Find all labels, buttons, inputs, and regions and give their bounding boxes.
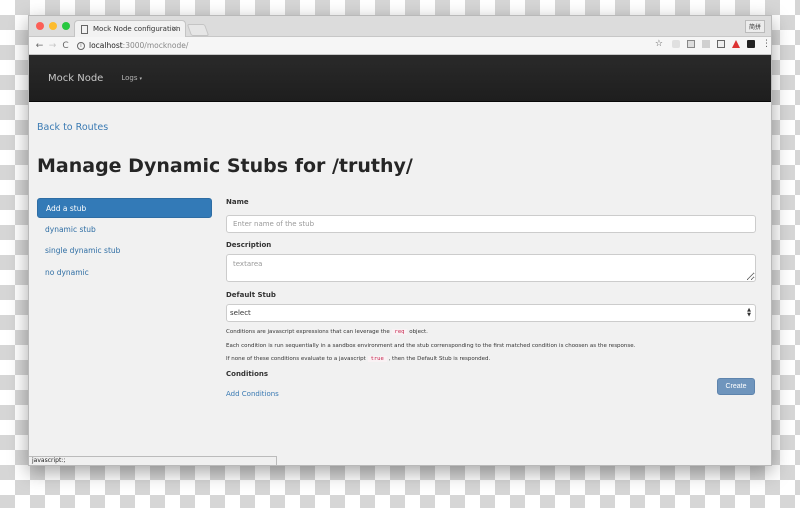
help-text-default: If none of these conditions evaluate to … xyxy=(226,353,756,367)
profile-button[interactable]: 简拼 xyxy=(744,20,765,33)
bookmark-star-icon[interactable]: ☆ xyxy=(655,39,663,49)
help-text: If none of these conditions evaluate to … xyxy=(226,356,366,362)
page-title: Manage Dynamic Stubs for /truthy/ xyxy=(37,155,413,177)
help-text: , then the Default Stub is responded. xyxy=(388,356,491,362)
default-stub-label: Default Stub xyxy=(226,291,276,299)
info-icon[interactable]: i xyxy=(77,41,85,50)
extension-icon[interactable] xyxy=(672,40,680,48)
close-window-button[interactable] xyxy=(36,22,44,30)
new-tab-button[interactable] xyxy=(186,24,210,36)
browser-tab[interactable]: Mock Node configuration × xyxy=(74,20,186,37)
browser-menu-icon[interactable]: ⋮ xyxy=(762,40,771,49)
tab-close-icon[interactable]: × xyxy=(171,24,178,33)
back-arrow-icon[interactable]: ← xyxy=(33,41,46,51)
extension-icon[interactable] xyxy=(687,40,695,48)
browser-window: Mock Node configuration × 简拼 ← → C i loc… xyxy=(28,15,772,466)
default-stub-value: select xyxy=(230,309,251,317)
tab-strip: Mock Node configuration × 简拼 xyxy=(29,16,771,37)
help-text-conditions: Conditions are javascript expressions th… xyxy=(226,326,756,340)
reload-icon[interactable]: C xyxy=(59,41,72,51)
stub-form: Name Description Default Stub select ▲▼ … xyxy=(226,198,756,400)
extension-icon[interactable] xyxy=(717,40,725,48)
document-icon xyxy=(81,24,88,34)
logs-dropdown[interactable]: Logs ▾ xyxy=(121,74,142,82)
maximize-window-button[interactable] xyxy=(62,22,70,30)
url-path: :3000/mocknode/ xyxy=(122,41,189,50)
browser-toolbar: ← → C i localhost :3000/mocknode/ ☆ ⋮ xyxy=(29,37,771,55)
app-navbar: Mock Node Logs ▾ xyxy=(29,55,771,102)
page-content: Back to Routes Manage Dynamic Stubs for … xyxy=(29,102,771,442)
tab-title: Mock Node configuration xyxy=(93,25,181,33)
code-req: req xyxy=(391,329,408,335)
name-input[interactable] xyxy=(226,215,756,233)
help-text: object. xyxy=(409,329,428,335)
select-arrows-icon: ▲ ▼ xyxy=(747,307,751,318)
default-stub-select[interactable]: select ▲ ▼ xyxy=(226,304,756,322)
extension-icon[interactable] xyxy=(747,40,755,48)
description-textarea[interactable] xyxy=(226,254,756,282)
logs-label: Logs xyxy=(121,74,138,82)
help-text-sequential: Each condition is run sequentially in a … xyxy=(226,342,636,349)
sidebar-item-no-dynamic[interactable]: no dynamic xyxy=(37,263,212,283)
add-conditions-link[interactable]: Add Conditions xyxy=(226,390,279,398)
url-host: localhost xyxy=(89,41,123,50)
minimize-window-button[interactable] xyxy=(49,22,57,30)
window-controls xyxy=(36,22,70,30)
code-true: true xyxy=(367,356,387,362)
back-to-routes-link[interactable]: Back to Routes xyxy=(37,122,108,133)
extension-icons: ⋮ xyxy=(672,40,771,49)
name-label: Name xyxy=(226,198,249,206)
description-label: Description xyxy=(226,241,272,249)
status-bar: javascript:; xyxy=(29,456,277,465)
extension-icon[interactable] xyxy=(732,40,740,48)
forward-arrow-icon[interactable]: → xyxy=(46,41,59,51)
caret-down-icon: ▾ xyxy=(139,76,142,82)
conditions-label: Conditions xyxy=(226,369,269,378)
extension-icon[interactable] xyxy=(702,40,710,48)
brand-logo[interactable]: Mock Node xyxy=(48,73,103,84)
address-bar[interactable]: i localhost :3000/mocknode/ ☆ xyxy=(77,39,663,52)
help-text: Conditions are javascript expressions th… xyxy=(226,329,390,335)
sidebar-item-dynamic-stub[interactable]: dynamic stub xyxy=(37,220,212,240)
create-button[interactable]: Create xyxy=(717,378,755,395)
sidebar-item-add-stub[interactable]: Add a stub xyxy=(37,198,212,218)
sidebar-item-single-dynamic-stub[interactable]: single dynamic stub xyxy=(37,241,212,261)
stub-list: Add a stub dynamic stub single dynamic s… xyxy=(37,198,212,285)
